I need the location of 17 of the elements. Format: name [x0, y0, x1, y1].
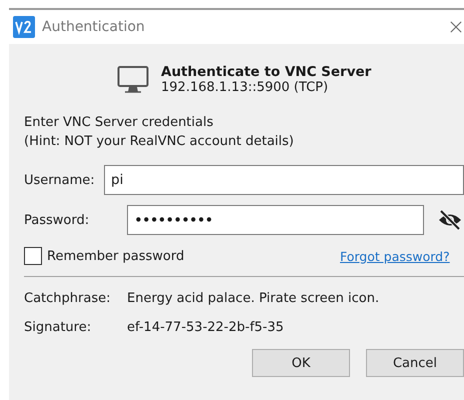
field-label: Password: — [24, 212, 90, 228]
info-value: Energy acid palace. Pirate screen icon. — [127, 291, 380, 306]
password-field[interactable]: •••••••••• — [127, 205, 424, 235]
field-label: Username: — [24, 172, 96, 188]
ok-button[interactable]: OK — [252, 349, 350, 377]
instruction-text: Enter VNC Server credentials — [24, 114, 214, 132]
info-label: Signature: — [24, 320, 92, 335]
username-field[interactable]: pi — [104, 165, 464, 195]
instruction-text: (Hint: NOT your RealVNC account details) — [24, 133, 295, 151]
info-value: ef-14-77-53-22-2b-f5-35 — [127, 320, 284, 335]
info-label: Catchphrase: — [24, 291, 112, 306]
window-title: Authentication — [42, 19, 146, 35]
cancel-button[interactable]: Cancel — [366, 349, 464, 377]
checkbox-label: Remember password — [47, 248, 186, 264]
forgot-password-link[interactable]: Forgot password? — [340, 248, 450, 264]
server-address: 192.168.1.13::5900 (TCP) — [161, 80, 330, 95]
dialog-heading: Authenticate to VNC Server — [161, 64, 372, 80]
